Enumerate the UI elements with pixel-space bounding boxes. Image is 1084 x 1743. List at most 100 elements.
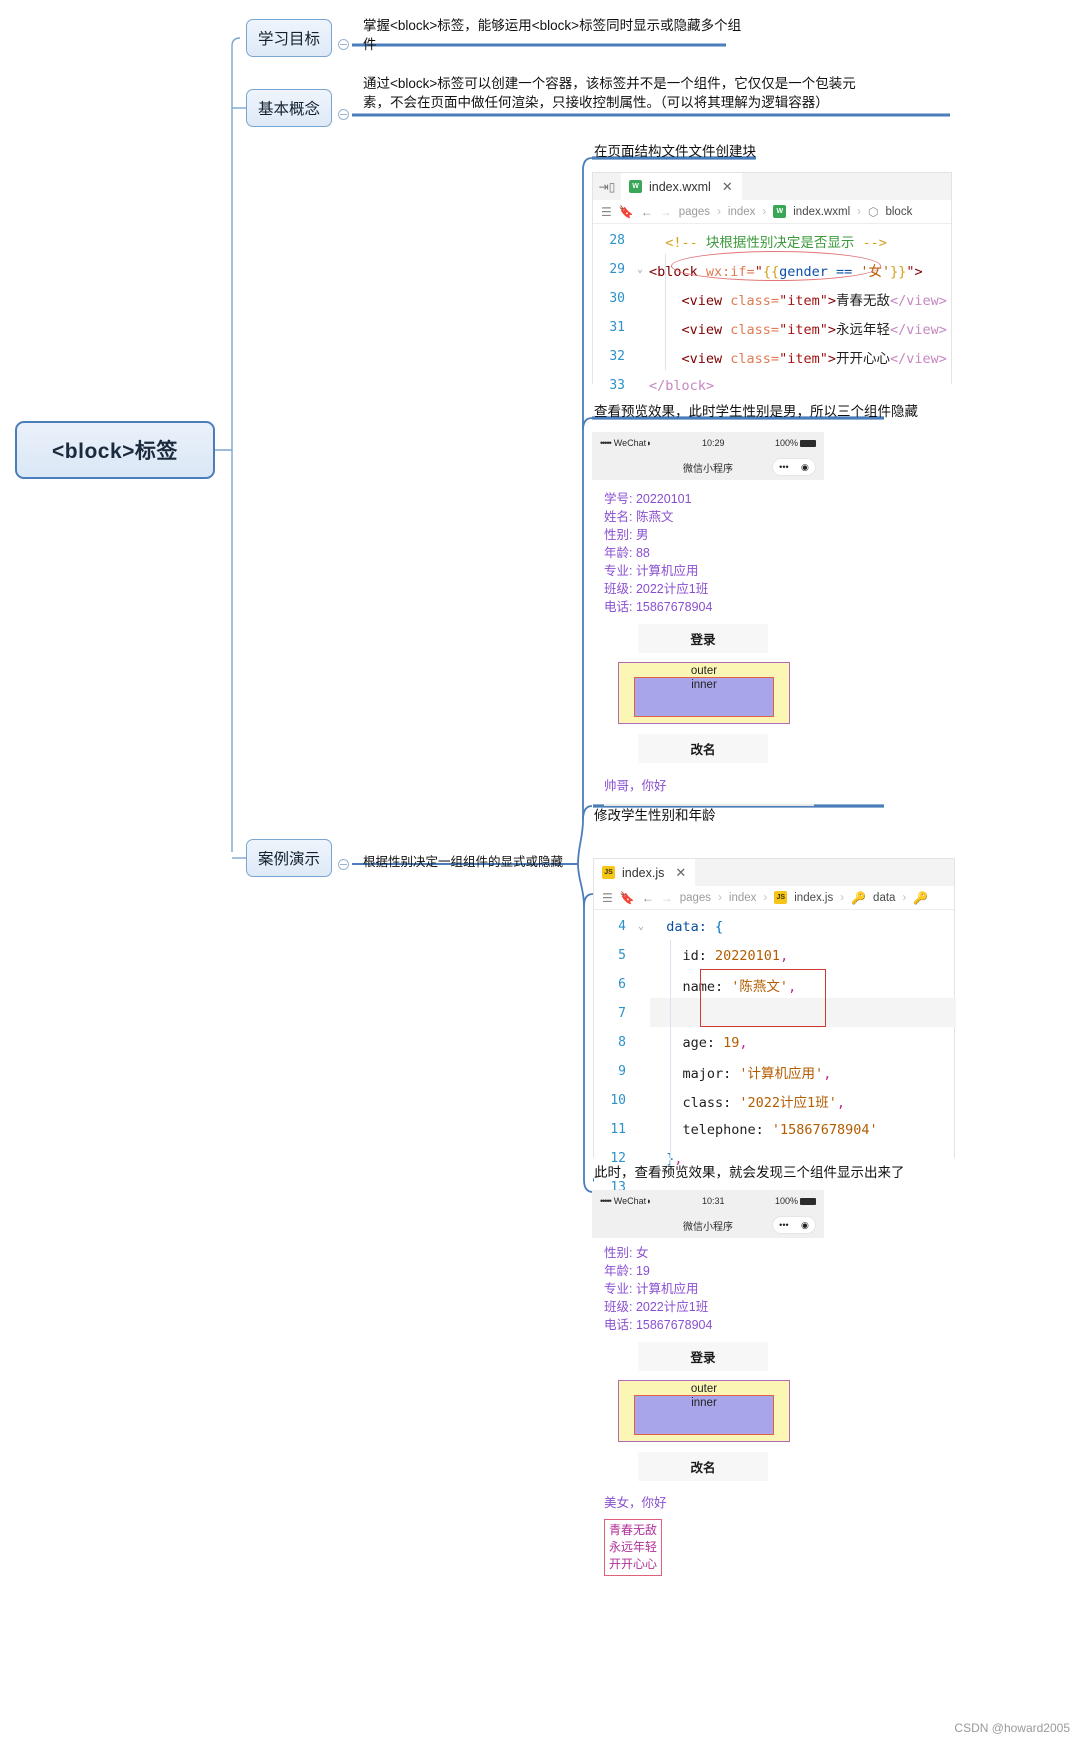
rename-button-b[interactable]: 改名	[638, 1452, 768, 1481]
info-row: 姓名: 陈燕文	[604, 508, 824, 526]
breadcrumb-item-symbol[interactable]: data	[873, 892, 895, 904]
outline-icon[interactable]: ☰	[602, 891, 613, 905]
more-dots-icon[interactable]: •••	[779, 1220, 788, 1230]
code-token: ,	[780, 947, 789, 964]
editor-tab-js[interactable]: JS index.js ✕	[594, 859, 696, 886]
sidebar-toggle-icon[interactable]: ⇥▯	[593, 180, 621, 194]
breadcrumb-separator: ›	[762, 205, 767, 218]
code-line-number: 28	[609, 233, 625, 248]
code-line: 30 <view class="item">青春无敌</view>	[593, 284, 951, 313]
branch-node-basic[interactable]: 基本概念	[246, 89, 332, 127]
code-line-number: 31	[609, 320, 625, 335]
connector-knob-goal[interactable]	[338, 39, 349, 50]
target-icon[interactable]: ◉	[801, 462, 809, 473]
branch-node-goal[interactable]: 学习目标	[246, 19, 332, 57]
code-line: 5 id: 20220101,	[594, 941, 954, 970]
code-token: >	[827, 292, 836, 309]
forward-arrow-icon[interactable]: →	[661, 891, 673, 905]
code-line-number: 29	[609, 262, 625, 277]
inner-box-b: inner	[634, 1395, 774, 1435]
bookmark-icon[interactable]: 🔖	[619, 205, 634, 219]
more-dots-icon[interactable]: •••	[779, 462, 788, 472]
info-row: 专业: 计算机应用	[604, 562, 824, 580]
code-token: class=	[730, 321, 780, 338]
login-button-a[interactable]: 登录	[638, 624, 768, 653]
code-token: 开开心心	[836, 350, 890, 367]
wxml-file-icon: W	[773, 205, 787, 218]
close-icon[interactable]: ✕	[722, 179, 733, 195]
code-line: 33 </block>	[593, 371, 951, 400]
breadcrumb-item-index[interactable]: index	[729, 892, 757, 904]
fold-chevron-icon[interactable]: ⌄	[638, 921, 650, 932]
leaf-text-basic-line2: 素，不会在页面中做任何渲染，只接收控制属性。（可以将其理解为逻辑容器）	[363, 95, 829, 110]
code-token: {	[715, 918, 724, 935]
outline-icon[interactable]: ☰	[601, 205, 612, 219]
code-token: >	[827, 350, 836, 367]
forward-arrow-icon[interactable]: →	[660, 205, 672, 219]
editor-tab-wxml[interactable]: W index.wxml ✕	[621, 173, 742, 200]
rename-button-a[interactable]: 改名	[638, 734, 768, 763]
code-token: '2022计应1班'	[739, 1094, 837, 1111]
outer-box-a: outer inner	[618, 662, 790, 724]
outer-box-b-label: outer	[690, 1383, 718, 1395]
bookmark-icon[interactable]: 🔖	[620, 891, 635, 905]
preview-a-statusbar: ••••• WeChat ◗ 10:29 100%	[592, 432, 824, 454]
info-row: 专业: 计算机应用	[604, 1280, 824, 1298]
connector-knob-demo[interactable]	[338, 859, 349, 870]
breadcrumb-item-pages[interactable]: pages	[680, 892, 711, 904]
preview-a-title: 微信小程序	[683, 463, 733, 475]
breadcrumb-item-pages[interactable]: pages	[679, 206, 710, 218]
leaf-text-demo: 根据性别决定一组组件的显式或隐藏	[363, 855, 564, 869]
close-icon[interactable]: ✕	[675, 865, 686, 881]
wechat-capsule[interactable]: ••• ◉	[772, 1216, 816, 1234]
info-row: 电话: 15867678904	[604, 1316, 824, 1334]
leaf-text-basic: 通过<block>标签可以创建一个容器，该标签并不是一个组件，它仅仅是一个包装元…	[363, 74, 963, 112]
breadcrumb-item-index[interactable]: index	[728, 206, 756, 218]
breadcrumb-separator: ›	[717, 205, 721, 218]
code-line: 4 ⌄ data: {	[594, 912, 954, 941]
block-items-list-b: 青春无敌 永远年轻 开开心心	[604, 1519, 663, 1576]
preview-a-info-list: 学号: 20220101 姓名: 陈燕文 性别: 男年龄: 88 专业: 计算机应用班…	[592, 480, 824, 616]
info-row: 班级: 2022计应1班	[604, 1298, 824, 1316]
back-arrow-icon[interactable]: ←	[641, 205, 653, 219]
code-token: major:	[682, 1065, 740, 1082]
code-token: 青春无敌	[836, 292, 890, 309]
carrier-label: WeChat	[613, 438, 647, 448]
breadcrumb-separator: ›	[718, 891, 722, 904]
fold-chevron-icon[interactable]: ⌄	[637, 264, 649, 275]
wechat-capsule[interactable]: ••• ◉	[772, 458, 816, 476]
block-item: 永远年轻	[609, 1540, 658, 1554]
branch-node-demo[interactable]: 案例演示	[246, 839, 332, 877]
connector-knob-basic[interactable]	[338, 109, 349, 120]
info-row: 性别: 男	[604, 526, 824, 544]
info-row-value: 女	[635, 1246, 649, 1260]
back-arrow-icon[interactable]: ←	[642, 891, 654, 905]
editor-wxml-code-area[interactable]: 28 <!-- 块根据性别决定是否显示 --> 29 ⌄ <block wx:if="…	[593, 224, 951, 402]
breadcrumb-separator: ›	[763, 891, 768, 904]
code-token: <view	[681, 350, 731, 367]
code-line-text: age: 19,	[650, 1035, 954, 1051]
login-button-b[interactable]: 登录	[638, 1342, 768, 1371]
inner-box-a: inner	[634, 677, 774, 717]
info-row-value: 男	[635, 528, 649, 542]
info-row-value: 15867678904	[635, 1318, 713, 1332]
code-editor-js[interactable]: JS index.js ✕ ☰ 🔖 ← → pages › index › JS…	[593, 858, 956, 1204]
breadcrumb-item-file[interactable]: index.wxml	[793, 206, 850, 218]
code-token: data:	[666, 918, 716, 935]
root-node[interactable]: <block>标签	[15, 421, 215, 479]
code-token: ,	[836, 1094, 845, 1111]
editor-js-code-area[interactable]: 4 ⌄ data: {5 id: 20220101, 6 name: '陈燕文', 7…	[594, 910, 956, 1204]
info-row-value: 19	[635, 1264, 650, 1278]
target-icon[interactable]: ◉	[801, 1220, 809, 1231]
editor-js-breadcrumb[interactable]: ☰ 🔖 ← → pages › index › JS index.js › 🔑 …	[594, 886, 954, 910]
breadcrumb-item-symbol[interactable]: block	[885, 206, 912, 218]
code-editor-wxml[interactable]: ⇥▯ W index.wxml ✕ ☰ 🔖 ← → pages › index …	[592, 172, 952, 402]
breadcrumb-item-file[interactable]: index.js	[794, 892, 833, 904]
code-line-text: major: '计算机应用',	[650, 1062, 954, 1082]
editor-wxml-breadcrumb[interactable]: ☰ 🔖 ← → pages › index › W index.wxml › ⬡…	[593, 200, 951, 224]
code-line-number: 9	[618, 1064, 626, 1079]
section-caption-1: 在页面结构文件文件创建块	[594, 144, 756, 159]
code-line-number: 4	[618, 919, 626, 934]
info-row-label: 年龄:	[604, 1264, 636, 1278]
preview-a-navbar: 微信小程序 ••• ◉	[592, 454, 824, 480]
